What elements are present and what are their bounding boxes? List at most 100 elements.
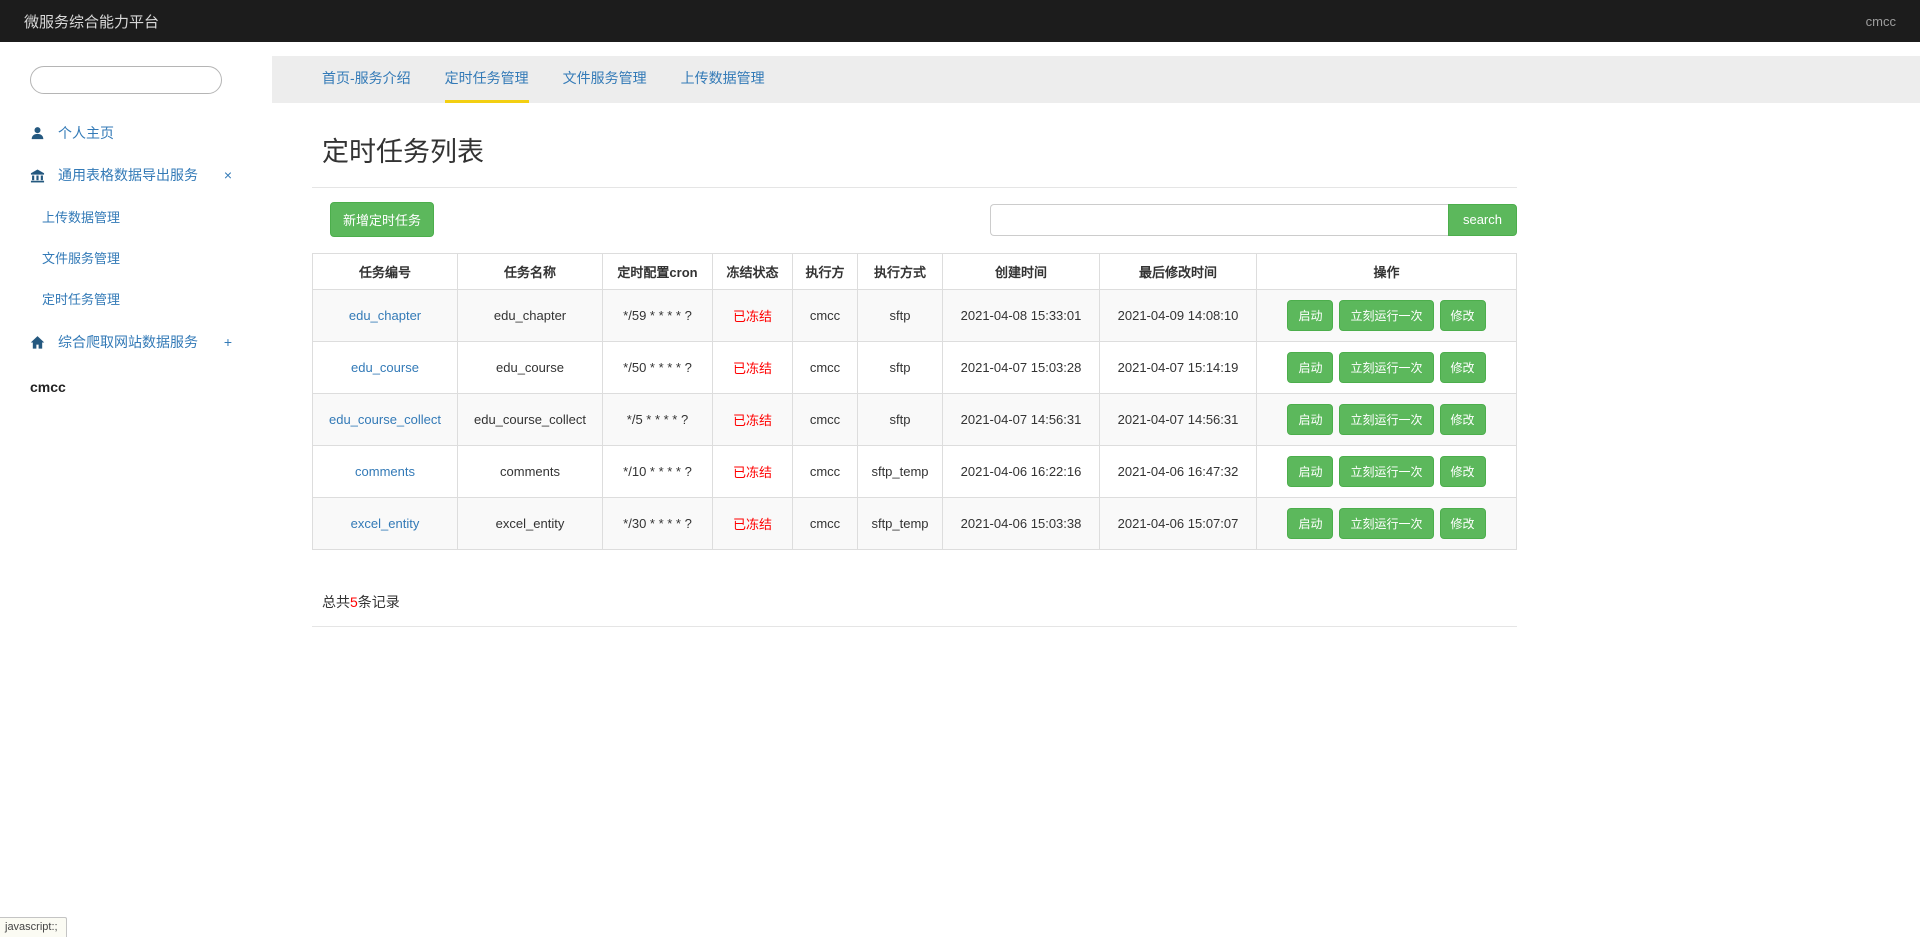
main-area: 首页-服务介绍 定时任务管理 文件服务管理 上传数据管理 定时任务列表 新增定时任务 …	[272, 42, 1920, 937]
cell-exec-method: sftp_temp	[857, 445, 943, 498]
sidebar-item-label: 个人主页	[58, 125, 114, 141]
table-row: excel_entity excel_entity */30 * * * * ? 已冻…	[312, 497, 1517, 550]
divider	[312, 187, 1517, 188]
task-id-link[interactable]: edu_chapter	[349, 308, 421, 323]
start-button[interactable]: 启动	[1287, 352, 1334, 383]
sidebar-item-label: 综合爬取网站数据服务	[58, 334, 198, 350]
sidebar-submenu: 上传数据管理 文件服务管理 定时任务管理	[0, 196, 272, 321]
add-task-button[interactable]: 新增定时任务	[330, 202, 435, 237]
edit-button[interactable]: 修改	[1439, 508, 1486, 539]
cell-exec-method: sftp_temp	[857, 497, 943, 550]
task-id-link[interactable]: comments	[355, 464, 415, 479]
record-count-summary: 总共5条记录	[322, 592, 1517, 612]
user-icon	[30, 126, 50, 141]
search-input[interactable]	[989, 203, 1448, 236]
tab-scheduled-tasks[interactable]: 定时任务管理	[444, 56, 529, 103]
cell-task-id: excel_entity	[312, 497, 458, 550]
cell-task-id: edu_chapter	[312, 289, 458, 342]
sidebar-item-personal-home[interactable]: 个人主页	[0, 112, 272, 154]
cell-actions: 启动 立刻运行一次 修改	[1256, 393, 1517, 446]
cell-cron: */30 * * * * ?	[602, 497, 713, 550]
cell-freeze-status: 已冻结	[712, 289, 793, 342]
tab-file-service[interactable]: 文件服务管理	[563, 56, 647, 103]
summary-suffix: 条记录	[357, 594, 400, 610]
cell-executor: cmcc	[792, 341, 858, 394]
column-header: 定时配置cron	[602, 253, 713, 290]
cell-cron: */5 * * * * ?	[602, 393, 713, 446]
sidebar-search-input[interactable]	[30, 66, 222, 94]
cell-task-id: comments	[312, 445, 458, 498]
run-once-button[interactable]: 立刻运行一次	[1339, 456, 1434, 487]
edit-button[interactable]: 修改	[1439, 456, 1486, 487]
column-header: 执行方	[792, 253, 858, 290]
sidebar-item-upload-data[interactable]: 上传数据管理	[0, 196, 272, 237]
table-row: edu_course_collect edu_course_collect */5 …	[312, 393, 1517, 446]
task-table: 任务编号 任务名称 定时配置cron 冻结状态 执行方 执行方式 创建时间 最后修改时间 操作 …	[312, 253, 1517, 550]
search-button[interactable]: search	[1447, 203, 1517, 236]
task-id-link[interactable]: edu_course_collect	[329, 412, 441, 427]
cell-actions: 启动 立刻运行一次 修改	[1256, 341, 1517, 394]
sidebar-item-label: 通用表格数据导出服务	[58, 167, 198, 183]
edit-button[interactable]: 修改	[1439, 352, 1486, 383]
sidebar-username: cmcc	[30, 379, 66, 395]
tab-upload-data[interactable]: 上传数据管理	[681, 56, 765, 103]
cell-freeze-status: 已冻结	[712, 445, 793, 498]
cell-executor: cmcc	[792, 393, 858, 446]
cell-executor: cmcc	[792, 289, 858, 342]
sidebar-item-file-service[interactable]: 文件服务管理	[0, 237, 272, 278]
cell-exec-method: sftp	[857, 341, 943, 394]
sidebar-item-crawl-service[interactable]: 综合爬取网站数据服务 +	[0, 321, 272, 363]
browser-status-bar: javascript:;	[0, 917, 67, 937]
cell-exec-method: sftp	[857, 289, 943, 342]
page-title: 定时任务列表	[322, 137, 484, 167]
cell-task-name: edu_chapter	[457, 289, 603, 342]
cell-actions: 启动 立刻运行一次 修改	[1256, 445, 1517, 498]
summary-prefix: 总共	[322, 594, 350, 610]
start-button[interactable]: 启动	[1287, 404, 1334, 435]
cell-executor: cmcc	[792, 497, 858, 550]
column-header: 任务名称	[457, 253, 603, 290]
run-once-button[interactable]: 立刻运行一次	[1339, 352, 1434, 383]
cell-created-at: 2021-04-07 15:03:28	[942, 341, 1100, 394]
divider	[312, 626, 1517, 627]
sidebar-item-export-service[interactable]: 通用表格数据导出服务 ×	[0, 154, 272, 196]
cell-freeze-status: 已冻结	[712, 341, 793, 394]
run-once-button[interactable]: 立刻运行一次	[1339, 508, 1434, 539]
navbar-username[interactable]: cmcc	[1866, 14, 1896, 29]
collapse-icon[interactable]: ×	[224, 168, 232, 182]
library-icon	[30, 168, 50, 183]
start-button[interactable]: 启动	[1287, 300, 1334, 331]
sidebar-item-scheduled-tasks[interactable]: 定时任务管理	[0, 278, 272, 319]
home-icon	[30, 335, 50, 350]
search-group: search	[989, 203, 1517, 236]
edit-button[interactable]: 修改	[1439, 300, 1486, 331]
cell-actions: 启动 立刻运行一次 修改	[1256, 497, 1517, 550]
cell-modified-at: 2021-04-06 16:47:32	[1099, 445, 1257, 498]
cell-cron: */10 * * * * ?	[602, 445, 713, 498]
start-button[interactable]: 启动	[1287, 508, 1334, 539]
tab-home-intro[interactable]: 首页-服务介绍	[322, 56, 411, 103]
table-row: edu_course edu_course */50 * * * * ? 已冻结 cmc…	[312, 341, 1517, 394]
column-header: 冻结状态	[712, 253, 793, 290]
cell-task-name: edu_course	[457, 341, 603, 394]
expand-icon[interactable]: +	[224, 335, 232, 349]
sidebar: 个人主页 通用表格数据导出服务 × 上传数据管理 文件服务管理 定时任务管理 综合爬…	[0, 42, 272, 937]
cell-task-id: edu_course	[312, 341, 458, 394]
start-button[interactable]: 启动	[1287, 456, 1334, 487]
cell-modified-at: 2021-04-09 14:08:10	[1099, 289, 1257, 342]
task-id-link[interactable]: excel_entity	[351, 516, 420, 531]
task-id-link[interactable]: edu_course	[351, 360, 419, 375]
table-row: comments comments */10 * * * * ? 已冻结 cmcc sft…	[312, 445, 1517, 498]
cell-freeze-status: 已冻结	[712, 393, 793, 446]
cell-task-name: comments	[457, 445, 603, 498]
run-once-button[interactable]: 立刻运行一次	[1339, 404, 1434, 435]
cell-modified-at: 2021-04-07 14:56:31	[1099, 393, 1257, 446]
edit-button[interactable]: 修改	[1439, 404, 1486, 435]
column-header: 任务编号	[312, 253, 458, 290]
cell-exec-method: sftp	[857, 393, 943, 446]
cell-task-name: excel_entity	[457, 497, 603, 550]
column-header: 创建时间	[942, 253, 1100, 290]
cell-created-at: 2021-04-06 15:03:38	[942, 497, 1100, 550]
cell-task-name: edu_course_collect	[457, 393, 603, 446]
run-once-button[interactable]: 立刻运行一次	[1339, 300, 1434, 331]
